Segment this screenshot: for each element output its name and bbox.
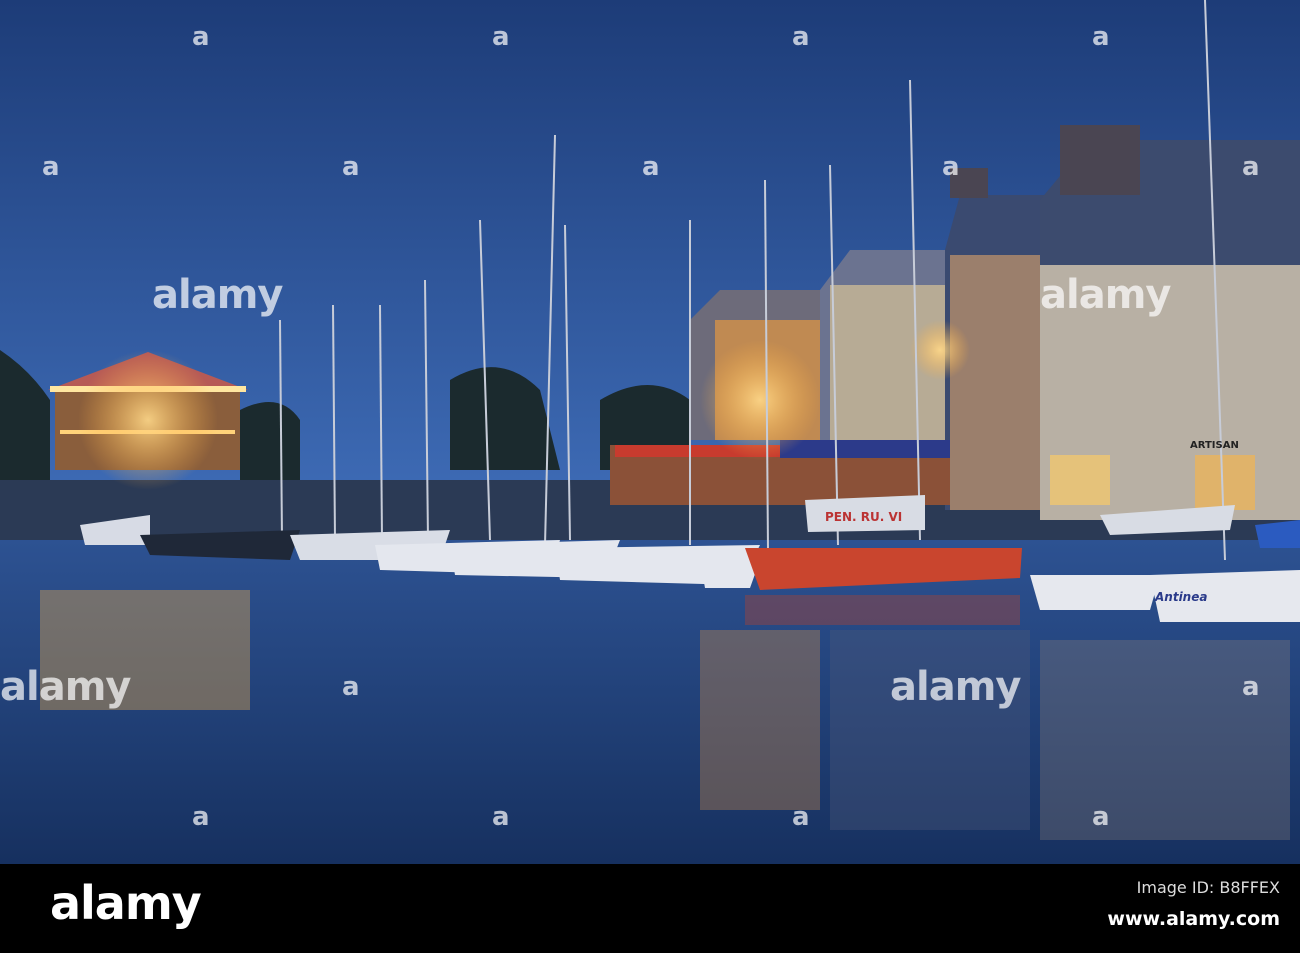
- watermark-logo: alamy: [1040, 272, 1171, 318]
- watermark-letter: a: [342, 672, 360, 702]
- watermark-letter: a: [792, 802, 810, 832]
- watermark-letter: a: [1092, 802, 1110, 832]
- shop-sign: ARTISAN: [1190, 440, 1239, 451]
- image-id: Image ID: B8FFEX: [1136, 878, 1280, 897]
- watermark-logo: alamy: [0, 664, 131, 710]
- watermark-letter: a: [42, 152, 60, 182]
- watermark-letter: a: [192, 802, 210, 832]
- stock-photo: PEN. RU. VI ARTISAN Antinea alamy alamy …: [0, 0, 1300, 953]
- watermark-logo: alamy: [890, 664, 1021, 710]
- watermark-letter: a: [492, 22, 510, 52]
- watermark-letter: a: [342, 152, 360, 182]
- sail-label: PEN. RU. VI: [825, 510, 903, 524]
- watermark-letter: a: [1242, 672, 1260, 702]
- footer-logo: alamy: [50, 876, 202, 930]
- site-link[interactable]: www.alamy.com: [1107, 908, 1280, 930]
- footer-bar: alamy Image ID: B8FFEX www.alamy.com: [0, 864, 1300, 953]
- harbour-photo: [0, 0, 1300, 864]
- watermark-letter: a: [792, 22, 810, 52]
- watermark-letter: a: [192, 22, 210, 52]
- watermark-letter: a: [942, 152, 960, 182]
- watermark-logo: alamy: [152, 272, 283, 318]
- watermark-letter: a: [1242, 152, 1260, 182]
- boat-name: Antinea: [1155, 590, 1208, 604]
- watermark-letter: a: [642, 152, 660, 182]
- watermark-letter: a: [1092, 22, 1110, 52]
- watermark-letter: a: [492, 802, 510, 832]
